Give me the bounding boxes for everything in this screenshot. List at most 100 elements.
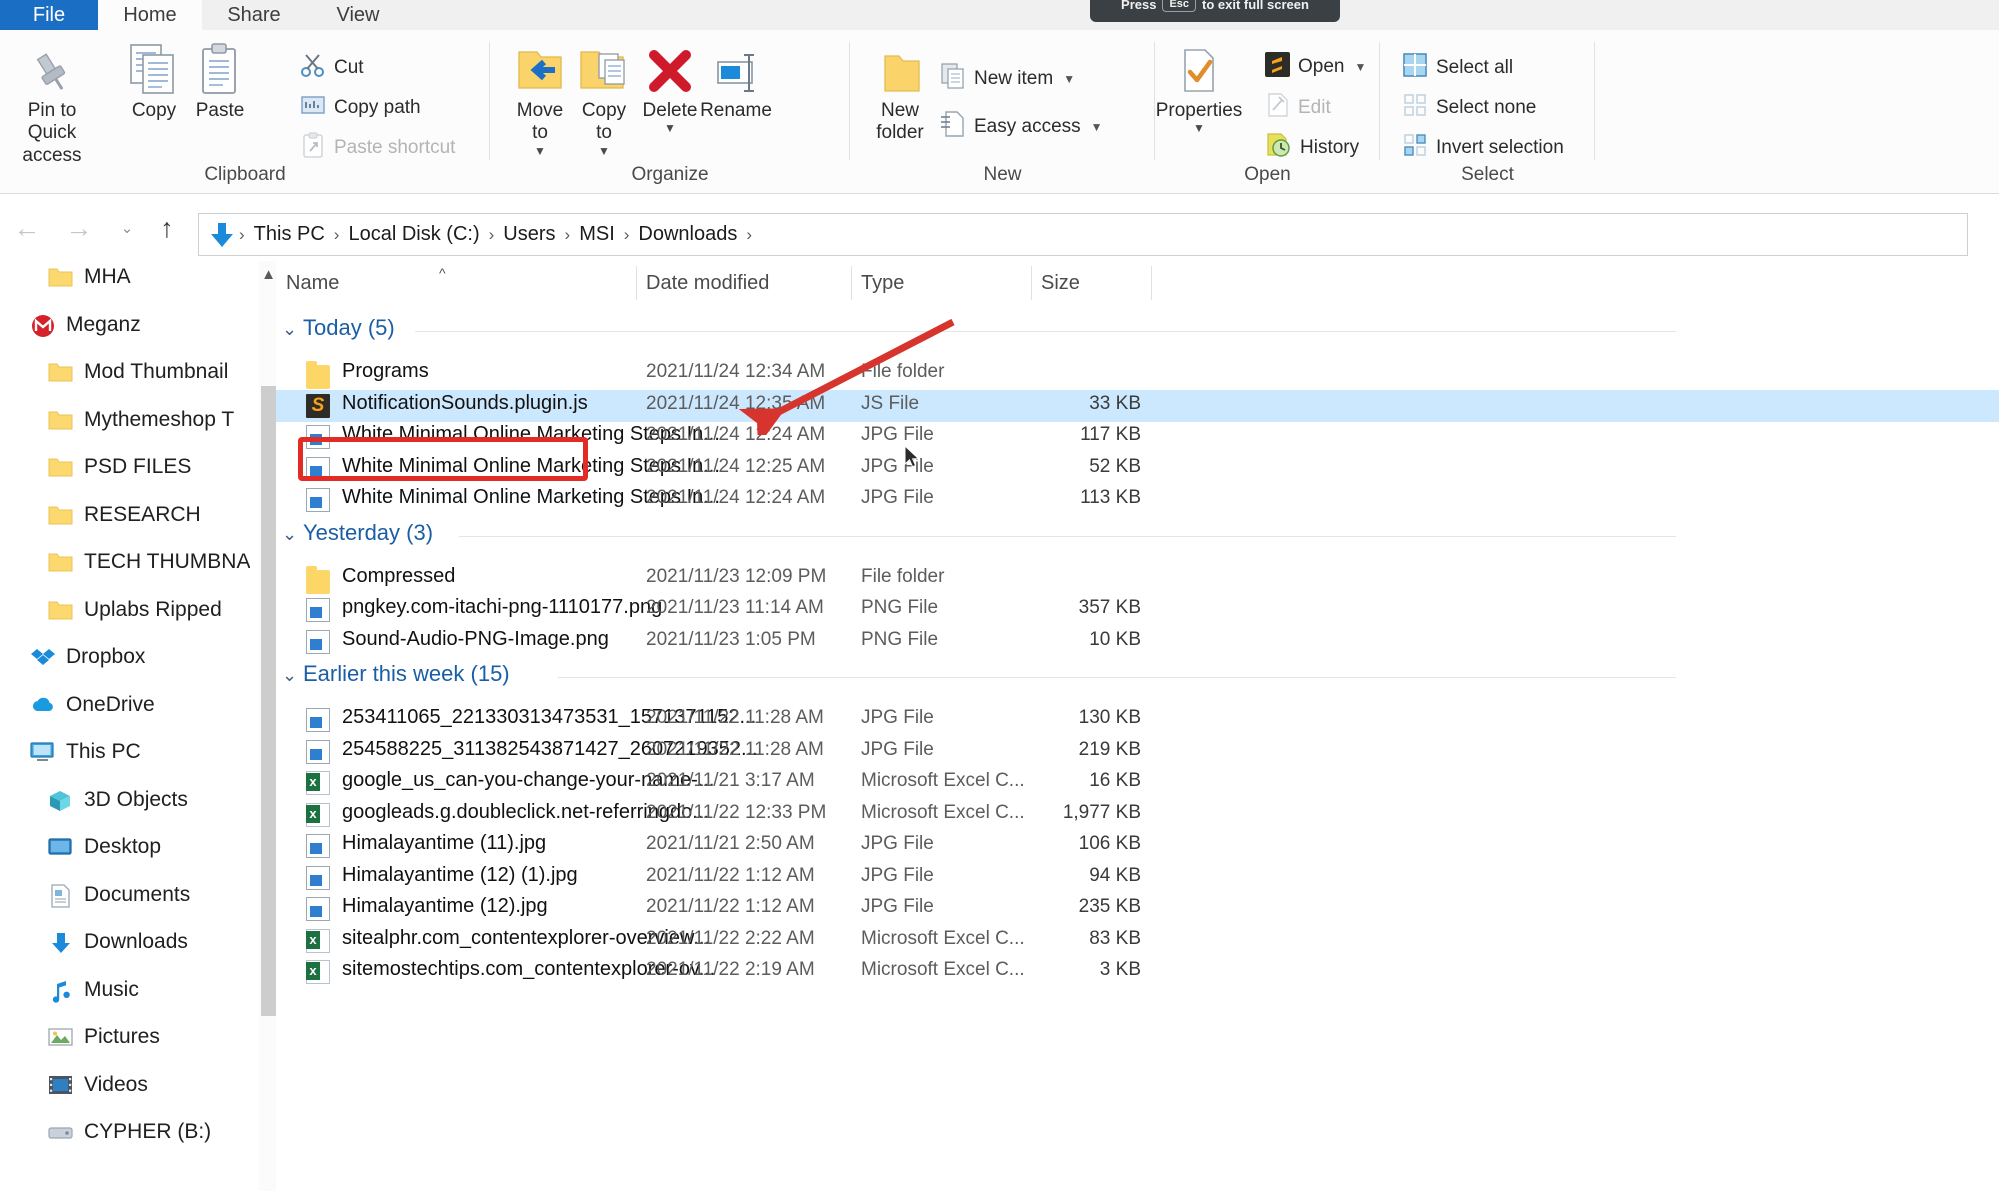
scrollbar-thumb[interactable] [261,386,276,1016]
file-date-modified: 2021/11/22 1:12 AM [646,864,815,886]
properties-button[interactable]: Properties ▼ [1149,38,1249,134]
image-file-icon [306,598,330,622]
paste-button[interactable]: Paste [170,38,270,122]
desktop-icon [48,836,74,858]
sidebar-item-cypher-b[interactable]: CYPHER (B:) [0,1112,276,1152]
invert-selection-button[interactable]: Invert selection [1402,132,1564,163]
sidebar-item-uplabs-ripped[interactable]: Uplabs Ripped [0,590,276,630]
easy-access-button[interactable]: Easy access ▼ [940,110,1103,143]
sidebar-item-3d-objects[interactable]: 3D Objects [0,780,276,820]
sidebar-item-meganz[interactable]: Meganz [0,305,276,345]
sidebar-item-dropbox[interactable]: Dropbox [0,637,276,677]
column-header-name[interactable]: Name [276,261,636,305]
tab-file[interactable]: File [0,0,98,30]
select-all-label: Select all [1436,56,1514,78]
recent-locations-button[interactable]: ⌄ [112,213,142,243]
new-folder-button[interactable]: New folder [850,38,950,145]
documents-icon [48,883,74,908]
group-label-open: Open [1244,164,1291,185]
sidebar-item-downloads[interactable]: Downloads [0,922,276,962]
column-divider[interactable] [1151,266,1152,300]
sidebar-item-tech-thumbna[interactable]: TECH THUMBNA [0,542,276,582]
address-breadcrumb-field[interactable]: › This PC › Local Disk (C:) › Users › MS… [198,213,1968,256]
sidebar-item-desktop[interactable]: Desktop [0,827,276,867]
new-item-button[interactable]: New item ▼ [940,62,1075,95]
file-group-header[interactable]: ⌄ Earlier this week (15) [276,657,1999,699]
tab-home[interactable]: Home [98,0,202,30]
file-type: JPG File [861,487,934,508]
sidebar-item-pictures[interactable]: Pictures [0,1017,276,1057]
sidebar-item-music[interactable]: Music [0,970,276,1010]
cube-icon [48,789,74,811]
esc-key-badge: Esc [1162,0,1197,12]
file-row[interactable]: NotificationSounds.plugin.js 2021/11/24 1… [276,389,1999,422]
file-row[interactable]: White Minimal Online Marketing Steps In.… [276,453,1999,485]
file-row[interactable]: Himalayantime (12).jpg 2021/11/22 1:12 AM… [276,893,1999,925]
file-size: 117 KB [1080,424,1141,445]
file-type: PNG File [861,628,939,650]
history-button[interactable]: History [1265,132,1359,163]
file-size: 1,977 KB [1062,801,1141,823]
file-row[interactable]: Himalayantime (12) (1).jpg 2021/11/22 1:1… [276,862,1999,894]
breadcrumb-this-pc[interactable]: This PC [247,223,332,246]
file-row[interactable]: White Minimal Online Marketing Steps In.… [276,421,1999,453]
forward-button[interactable]: → [64,213,94,243]
pin-to-quick-access-button[interactable]: Pin to Quick access [2,38,102,167]
file-row[interactable]: Himalayantime (11).jpg 2021/11/21 2:50 AM… [276,830,1999,862]
copy-path-button[interactable]: Copy path [300,92,421,123]
sidebar-item-mod-thumbnail[interactable]: Mod Thumbnail [0,352,276,392]
tab-view[interactable]: View [306,0,410,30]
breadcrumb-downloads[interactable]: Downloads [631,223,744,246]
breadcrumb-msi[interactable]: MSI [572,223,622,246]
chevron-down-icon[interactable]: ⌄ [282,665,297,686]
file-row[interactable]: White Minimal Online Marketing Steps In.… [276,484,1999,516]
back-button[interactable]: ← [12,213,42,243]
column-header-type[interactable]: Type [851,261,1031,305]
paste-shortcut-button[interactable]: Paste shortcut [300,132,455,163]
open-button[interactable]: Open ▼ [1265,52,1366,82]
rename-button[interactable]: Rename [686,38,786,122]
file-row[interactable]: sitealphr.com_contentexplorer-overview..… [276,925,1999,957]
file-size: 130 KB [1078,707,1141,728]
sidebar-item-research[interactable]: RESEARCH [0,495,276,535]
file-row[interactable]: Sound-Audio-PNG-Image.png 2021/11/23 1:05… [276,626,1999,658]
file-row[interactable]: Programs 2021/11/24 12:34 AM File folder [276,358,1999,390]
sidebar-item-psd-files[interactable]: PSD FILES [0,447,276,487]
tab-share[interactable]: Share [202,0,306,30]
file-group-header[interactable]: ⌄ Yesterday (3) [276,516,1999,558]
paste-label: Paste [195,100,245,121]
file-row[interactable]: pngkey.com-itachi-png-1110177.png 2021/11… [276,594,1999,626]
sort-ascending-icon: ^ [439,265,446,281]
up-button[interactable]: ↑ [152,213,182,243]
excel-file-icon [306,771,330,795]
breadcrumb-users[interactable]: Users [496,223,562,246]
file-row[interactable]: Compressed 2021/11/23 12:09 PM File folder [276,563,1999,595]
copy-path-label: Copy path [334,96,421,118]
file-row[interactable]: 253411065_221330313473531_1571371152... 2… [276,704,1999,736]
chevron-down-icon[interactable]: ⌄ [282,319,297,340]
breadcrumb-separator: › [564,224,571,244]
scissors-icon [300,52,326,83]
sidebar-item-this-pc[interactable]: This PC [0,732,276,772]
file-group-header[interactable]: ⌄ Today (5) [276,311,1999,353]
select-none-button[interactable]: Select none [1402,92,1536,123]
onedrive-icon [30,694,56,716]
file-row[interactable]: sitemostechtips.com_contentexplorer-ov..… [276,956,1999,988]
cut-button[interactable]: Cut [300,52,364,83]
file-row[interactable]: google_us_can-you-change-your-name-...20… [276,767,1999,799]
sidebar-item-videos[interactable]: Videos [0,1065,276,1105]
breadcrumb-local-disk[interactable]: Local Disk (C:) [341,223,486,246]
sidebar-item-documents[interactable]: Documents [0,875,276,915]
rename-label: Rename [700,100,772,121]
sidebar-item-mythemeshop-t[interactable]: Mythemeshop T [0,400,276,440]
chevron-down-icon[interactable]: ⌄ [282,524,297,545]
column-header-size[interactable]: Size [1031,261,1151,305]
sidebar-item-onedrive[interactable]: OneDrive [0,685,276,725]
edit-button[interactable]: Edit [1265,92,1331,123]
sidebar-item-label: Mod Thumbnail [84,360,229,383]
sidebar-item-mha[interactable]: MHA [0,261,276,297]
file-row[interactable]: 254588225_311382543871427_2607219352... 2… [276,736,1999,768]
file-row[interactable]: googleads.g.doubleclick.net-referringdo.… [276,799,1999,831]
column-header-date-modified[interactable]: Date modified [636,261,851,305]
select-all-button[interactable]: Select all [1402,52,1513,83]
